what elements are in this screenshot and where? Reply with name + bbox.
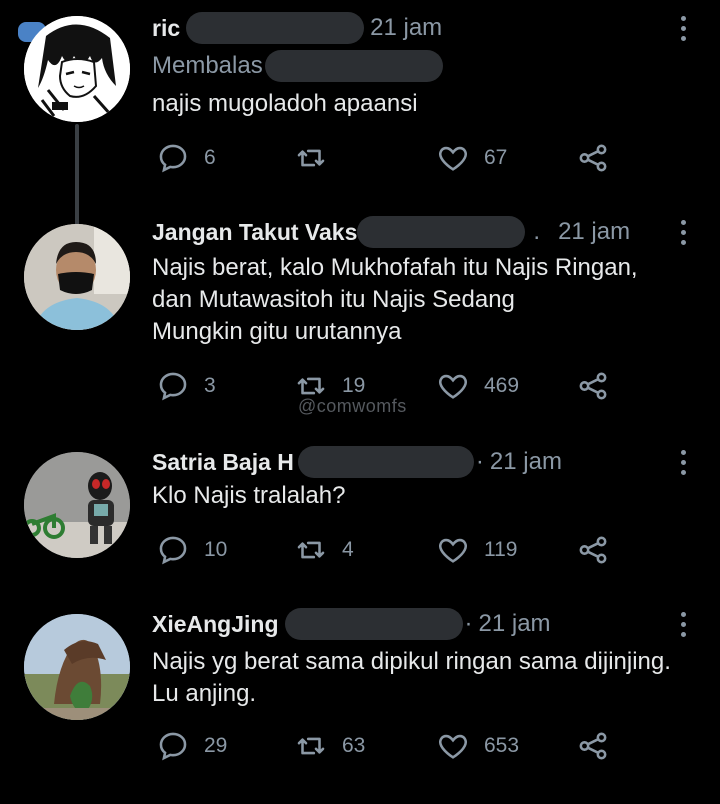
like-button[interactable]: 67 bbox=[436, 138, 507, 178]
share-icon bbox=[579, 732, 607, 760]
reply-button[interactable]: 29 bbox=[156, 726, 227, 766]
retweet-button[interactable]: 4 bbox=[294, 530, 354, 570]
tweet-text: Najis yg berat sama dipikul ringan sama … bbox=[152, 648, 671, 707]
heart-icon bbox=[439, 374, 467, 399]
avatar[interactable] bbox=[24, 614, 130, 720]
redacted-username bbox=[186, 12, 365, 44]
share-button[interactable] bbox=[576, 366, 610, 406]
heart-icon bbox=[439, 146, 467, 171]
share-button[interactable] bbox=[576, 138, 610, 178]
tweet-text: Klo Najis tralalah? bbox=[152, 482, 346, 509]
heart-icon bbox=[439, 734, 467, 759]
separator-dot: · bbox=[475, 448, 484, 475]
replying-to: Membalas bbox=[152, 50, 443, 82]
tweet-actions: 29 63 653 bbox=[152, 726, 652, 766]
tweet-header: ric 21 jam bbox=[152, 12, 442, 44]
tweet[interactable]: XieAngJing · 21 jam Najis yg berat sama … bbox=[0, 606, 720, 804]
heart-icon bbox=[439, 538, 467, 563]
redacted-mention[interactable] bbox=[264, 50, 443, 82]
display-name[interactable]: ric bbox=[152, 15, 180, 42]
replying-label: Membalas bbox=[152, 52, 263, 79]
timestamp[interactable]: 21 jam bbox=[370, 14, 442, 42]
reply-button[interactable]: 3 bbox=[156, 366, 216, 406]
reply-icon bbox=[159, 144, 187, 173]
more-icon[interactable] bbox=[680, 612, 686, 637]
reply-button[interactable]: 10 bbox=[156, 530, 227, 570]
share-icon bbox=[579, 144, 607, 172]
like-button[interactable]: 119 bbox=[436, 530, 517, 570]
timestamp[interactable]: 21 jam bbox=[558, 218, 630, 246]
tweet-actions: 10 4 119 bbox=[152, 530, 652, 570]
like-count: 67 bbox=[484, 146, 508, 169]
share-button[interactable] bbox=[576, 530, 610, 570]
reply-count: 29 bbox=[204, 734, 228, 757]
more-icon[interactable] bbox=[680, 220, 686, 245]
watermark: @comwomfs bbox=[298, 396, 407, 416]
reply-count: 3 bbox=[204, 374, 216, 397]
more-icon[interactable] bbox=[680, 16, 686, 41]
retweet-icon bbox=[297, 149, 325, 167]
reply-button[interactable]: 6 bbox=[156, 138, 216, 178]
display-name[interactable]: Satria Baja H bbox=[152, 449, 294, 476]
avatar[interactable] bbox=[24, 224, 130, 330]
share-icon bbox=[579, 372, 607, 400]
display-name[interactable]: Jangan Takut Vaks bbox=[152, 219, 357, 246]
redacted-username bbox=[284, 608, 463, 640]
tweet-header: XieAngJing · 21 jam bbox=[152, 608, 551, 640]
toy-figure-avatar bbox=[24, 452, 130, 558]
share-button[interactable] bbox=[576, 726, 610, 766]
like-count: 653 bbox=[484, 734, 520, 757]
reply-count: 6 bbox=[204, 146, 216, 169]
like-button[interactable]: 469 bbox=[436, 366, 519, 406]
tweet-header: Jangan Takut Vaks . 21 jam bbox=[152, 216, 630, 248]
reply-count: 10 bbox=[204, 538, 228, 561]
retweet-button[interactable]: 63 bbox=[294, 726, 365, 766]
tweet[interactable]: Satria Baja H · 21 jam Klo Najis tralala… bbox=[0, 440, 720, 606]
retweet-count: 19 bbox=[342, 374, 366, 397]
reply-icon bbox=[159, 536, 187, 565]
timestamp[interactable]: 21 jam bbox=[479, 610, 551, 638]
tweet-text: najis mugoladoh apaansi bbox=[152, 90, 418, 117]
timestamp[interactable]: 21 jam bbox=[490, 448, 562, 476]
tweet[interactable]: ric 21 jam Membalas najis mugoladoh apaa… bbox=[0, 0, 720, 200]
separator-dot: · bbox=[464, 610, 473, 637]
avatar[interactable] bbox=[24, 16, 130, 122]
retweet-count: 4 bbox=[342, 538, 354, 561]
retweet-button[interactable] bbox=[294, 138, 342, 178]
redacted-username bbox=[297, 446, 474, 478]
share-icon bbox=[579, 536, 607, 564]
statue-avatar bbox=[24, 614, 130, 720]
separator-dot: . bbox=[533, 218, 541, 245]
retweet-count: 63 bbox=[342, 734, 366, 757]
tweet-actions: 6 67 bbox=[152, 138, 652, 178]
like-count: 469 bbox=[484, 374, 520, 397]
more-icon[interactable] bbox=[680, 450, 686, 475]
reply-icon bbox=[159, 732, 187, 761]
anime-character-avatar bbox=[24, 16, 130, 122]
retweet-icon bbox=[297, 541, 325, 559]
avatar[interactable] bbox=[24, 452, 130, 558]
tweet-header: Satria Baja H · 21 jam bbox=[152, 446, 562, 478]
reply-icon bbox=[159, 372, 187, 401]
redacted-username bbox=[357, 216, 526, 248]
like-button[interactable]: 653 bbox=[436, 726, 519, 766]
tweet-text: Najis berat, kalo Mukhofafah itu Najis R… bbox=[152, 254, 638, 345]
like-count: 119 bbox=[484, 538, 518, 561]
display-name[interactable]: XieAngJing bbox=[152, 611, 279, 638]
person-masked-avatar bbox=[24, 224, 130, 330]
retweet-icon bbox=[297, 737, 325, 755]
